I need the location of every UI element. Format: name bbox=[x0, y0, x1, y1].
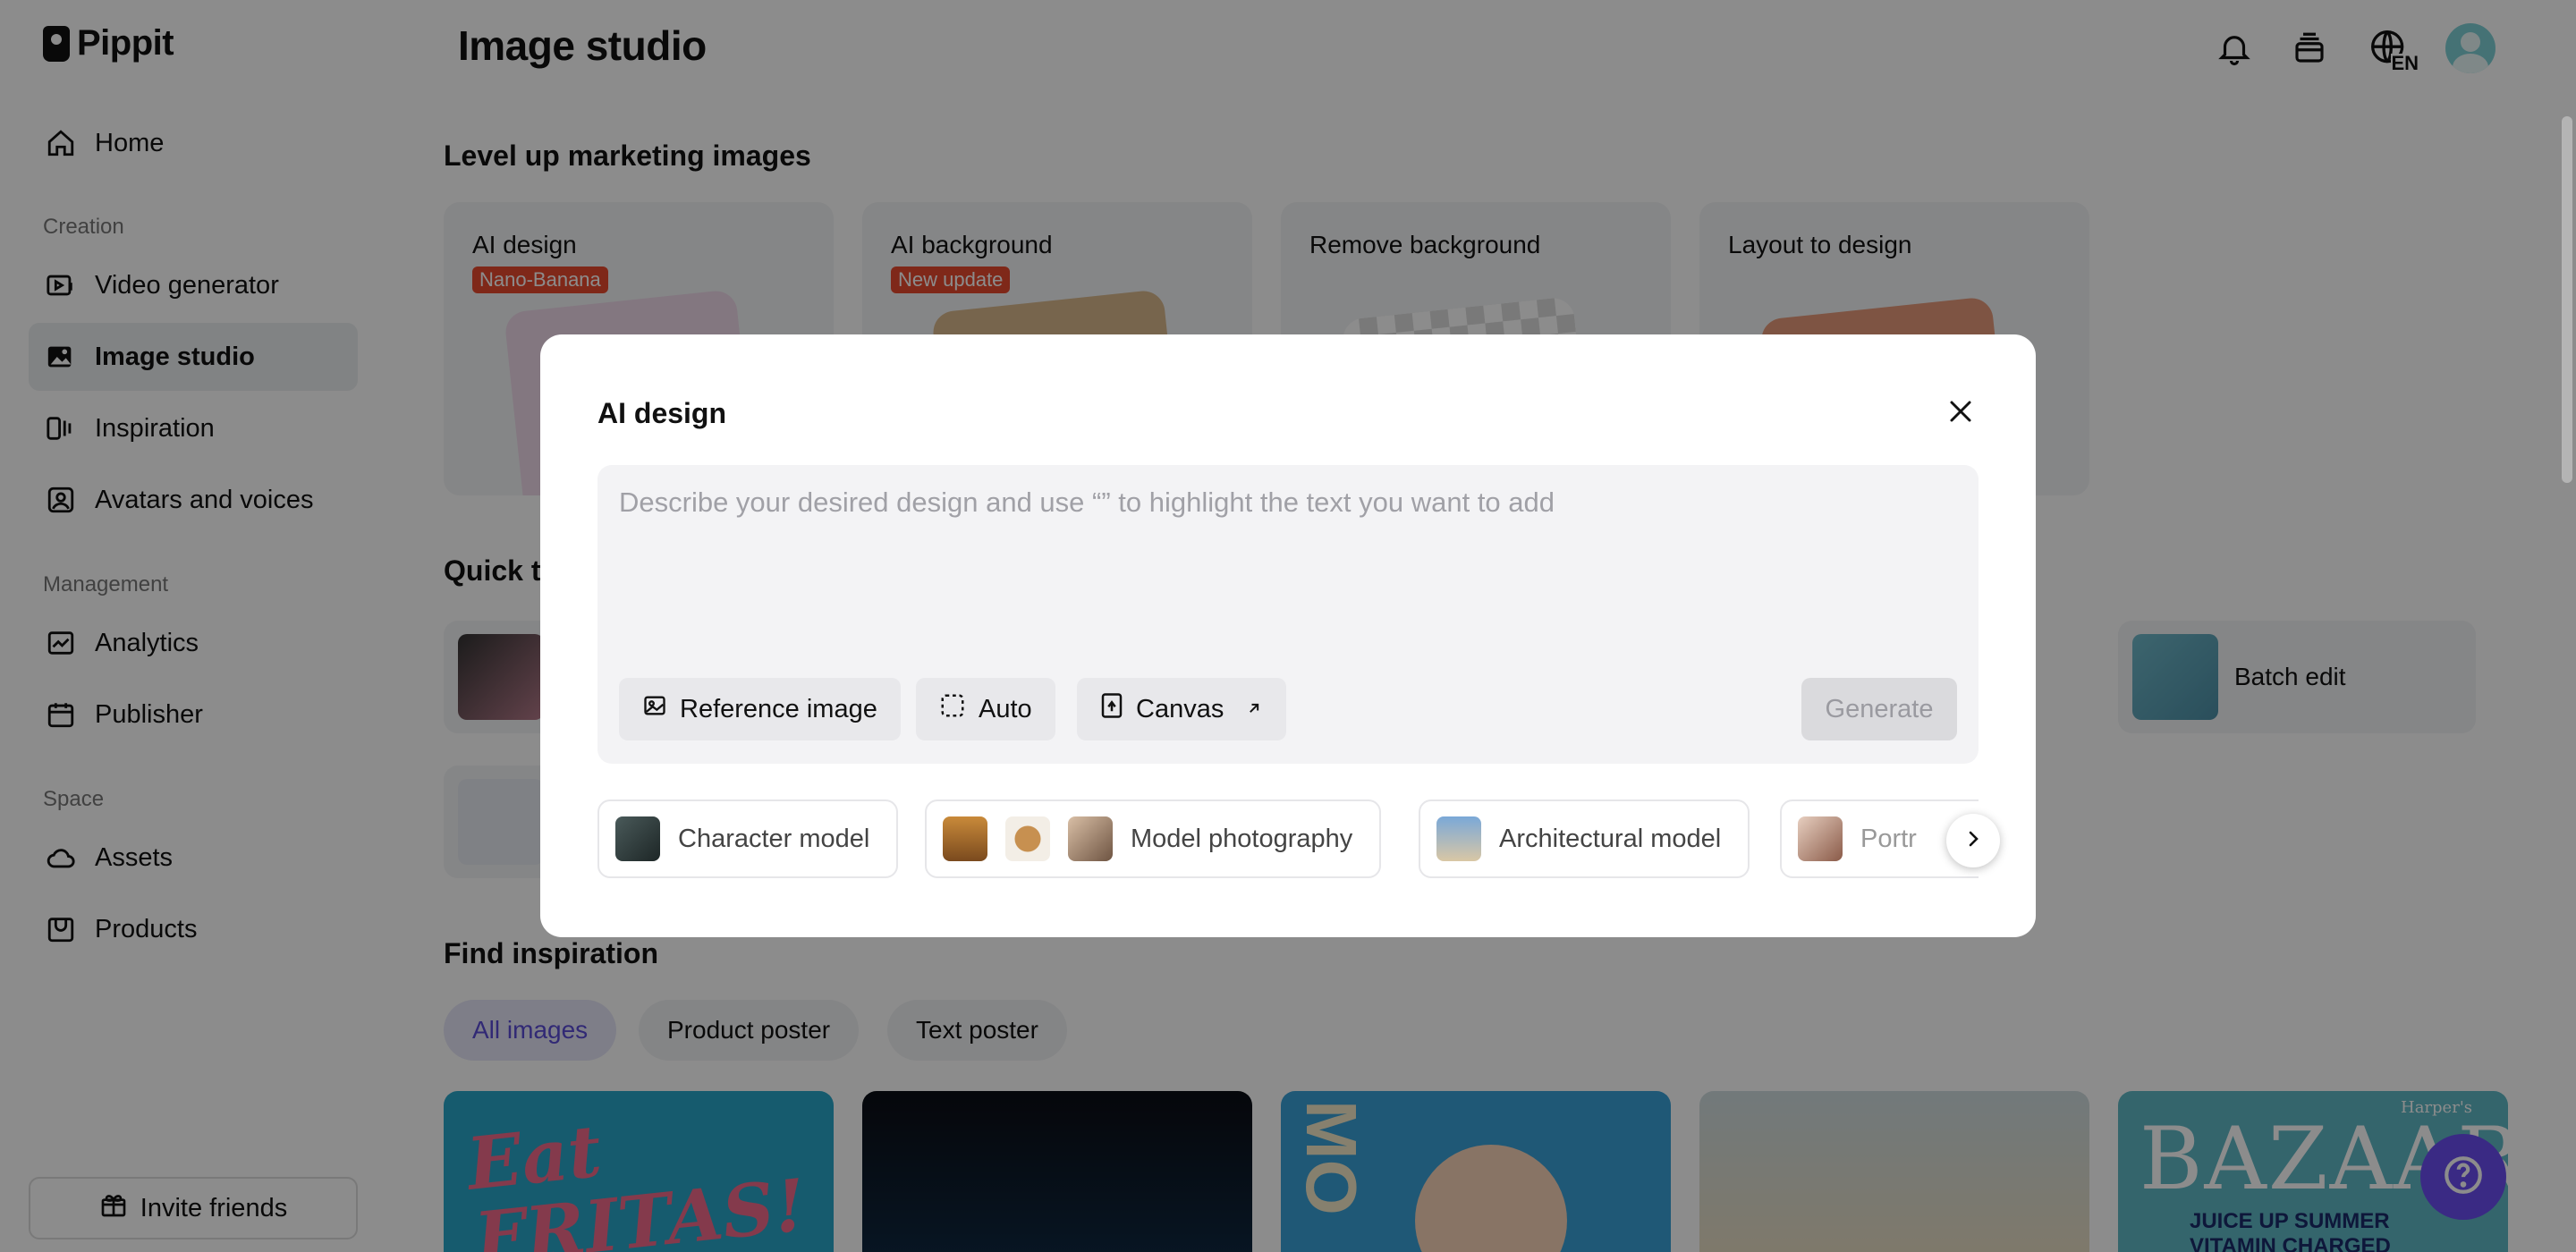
prompt-box: Reference image Auto Canvas Generate bbox=[597, 465, 1979, 764]
auto-label: Auto bbox=[979, 694, 1032, 723]
modal-title: AI design bbox=[597, 397, 727, 429]
image-icon bbox=[642, 693, 667, 725]
canvas-label: Canvas bbox=[1136, 694, 1224, 723]
template-thumbnail bbox=[615, 816, 660, 861]
canvas-button[interactable]: Canvas bbox=[1077, 678, 1287, 740]
ai-design-modal: AI design Reference image Auto Canvas bbox=[540, 334, 2036, 937]
template-thumbnail bbox=[1798, 816, 1843, 861]
generate-button[interactable]: Generate bbox=[1801, 678, 1957, 740]
template-chip-model-photography[interactable]: Model photography bbox=[925, 799, 1382, 878]
reference-image-label: Reference image bbox=[680, 694, 877, 723]
template-thumbnail bbox=[943, 816, 987, 861]
auto-size-button[interactable]: Auto bbox=[916, 678, 1055, 740]
close-icon bbox=[1947, 398, 1974, 429]
external-arrow-icon bbox=[1245, 695, 1263, 724]
template-label: Model photography bbox=[1131, 824, 1353, 853]
template-label: Portr bbox=[1860, 824, 1917, 853]
canvas-icon bbox=[1100, 692, 1123, 726]
dashed-frame-icon bbox=[939, 692, 966, 726]
design-prompt-input[interactable] bbox=[619, 486, 1952, 630]
template-chip-character-model[interactable]: Character model bbox=[597, 799, 899, 878]
template-thumbnail bbox=[1068, 816, 1113, 861]
page-scrollbar[interactable] bbox=[2562, 116, 2572, 483]
carousel-next-button[interactable] bbox=[1946, 814, 2000, 867]
template-label: Character model bbox=[678, 824, 870, 853]
reference-image-button[interactable]: Reference image bbox=[619, 678, 901, 740]
template-thumbnail bbox=[1005, 816, 1050, 861]
template-chip-architectural-model[interactable]: Architectural model bbox=[1419, 799, 1750, 878]
close-button[interactable] bbox=[1943, 395, 1979, 431]
chevron-right-icon bbox=[1962, 828, 1984, 854]
template-label: Architectural model bbox=[1499, 824, 1722, 853]
template-thumbnail bbox=[1436, 816, 1481, 861]
